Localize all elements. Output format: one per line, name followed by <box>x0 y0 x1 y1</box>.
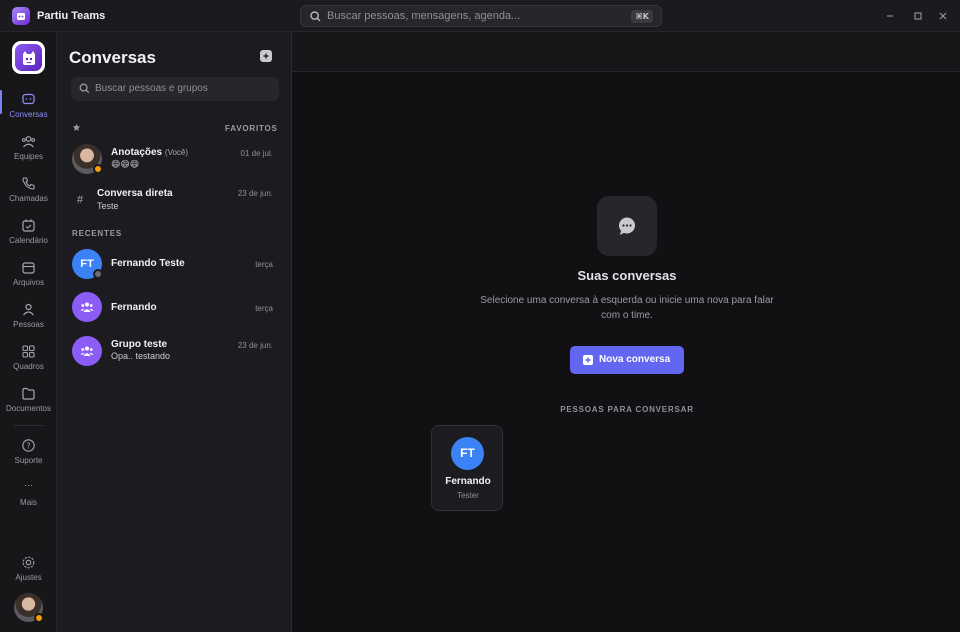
search-icon <box>310 11 321 22</box>
conversation-preview: Opa.. testando <box>111 351 171 361</box>
group-icon <box>80 346 94 356</box>
empty-state-icon <box>597 196 657 256</box>
conversation-preview: Teste <box>97 201 119 211</box>
search-shortcut-badge: ⌘K <box>631 10 653 23</box>
workspace-logo[interactable] <box>12 41 45 74</box>
calendar-icon <box>22 219 35 232</box>
title-bar: Partiu Teams Buscar pessoas, mensagens, … <box>0 0 960 32</box>
conversation-date: 01 de jul. <box>240 149 273 158</box>
app-logo-icon <box>12 7 30 25</box>
person-card-fernando[interactable]: FT Fernando Tester <box>431 425 503 511</box>
rail-item-arquivos[interactable]: Arquivos <box>0 260 57 300</box>
conversation-name: Grupo teste <box>111 339 168 350</box>
rail-divider <box>14 425 43 426</box>
rail-item-label: Suporte <box>14 456 43 465</box>
avatar: FT <box>451 437 484 470</box>
conversation-date: 23 de jun. <box>237 189 273 198</box>
rail-item-label: Calendário <box>9 236 48 245</box>
new-chat-button[interactable] <box>260 50 272 62</box>
you-tag: (Você) <box>164 148 189 157</box>
person-role: Tester <box>457 491 479 500</box>
hash-icon: # <box>77 194 84 206</box>
document-icon <box>22 387 35 400</box>
rail-item-label: Mais <box>20 498 37 507</box>
conversation-name: Fernando Teste <box>111 258 185 269</box>
rail-item-pessoas[interactable]: Pessoas <box>0 302 57 342</box>
minimize-icon[interactable] <box>882 8 898 24</box>
conversation-name: Anotações (Você) <box>111 147 189 158</box>
new-conversation-label: Nova conversa <box>599 354 671 365</box>
rail-item-equipes[interactable]: Equipes <box>0 134 57 174</box>
people-section-label: PESSOAS PARA CONVERSAR <box>560 405 694 414</box>
recent-section-label: RECENTES <box>72 229 122 238</box>
presence-status-icon <box>34 613 44 623</box>
rail-item-label: Chamadas <box>9 194 48 203</box>
phone-icon <box>22 177 35 190</box>
rail-item-label: Equipes <box>14 152 43 161</box>
rail-item-ajustes[interactable]: Ajustes <box>0 555 57 595</box>
svg-text:?: ? <box>26 442 30 451</box>
star-icon <box>72 123 81 131</box>
rail-item-documentos[interactable]: Documentos <box>0 386 57 426</box>
rail-item-label: Ajustes <box>15 573 42 582</box>
rail-item-label: Quadros <box>13 362 44 371</box>
conversation-item-anotacoes[interactable]: Anotações (Você) 😄😄😄 01 de jul. <box>65 140 285 180</box>
main-header <box>292 32 960 72</box>
plus-icon <box>263 53 269 59</box>
new-conversation-button[interactable]: Nova conversa <box>570 346 684 374</box>
conversation-item-conversa-direta[interactable]: # Conversa direta Teste 23 de jun. <box>65 184 285 224</box>
search-icon <box>79 83 90 94</box>
app-title: Partiu Teams <box>37 10 106 22</box>
people-icon <box>23 303 34 316</box>
rail-item-label: Pessoas <box>13 320 44 329</box>
conversation-date: terça <box>255 260 273 269</box>
presence-status-icon <box>93 164 103 174</box>
rail-item-conversas[interactable]: Conversas <box>0 92 57 132</box>
maximize-icon[interactable] <box>910 8 926 24</box>
help-icon: ? <box>22 439 35 452</box>
conversation-date: terça <box>255 304 273 313</box>
presence-status-icon <box>93 269 103 279</box>
group-icon <box>80 302 94 312</box>
conversation-search-placeholder: Buscar pessoas e grupos <box>95 83 208 94</box>
favorites-section-label: FAVORITOS <box>225 124 278 133</box>
conversation-name: Conversa direta <box>97 188 173 199</box>
team-icon <box>21 136 36 148</box>
panel-title: Conversas <box>69 48 156 67</box>
group-avatar <box>72 336 102 366</box>
rail-item-chamadas[interactable]: Chamadas <box>0 176 57 216</box>
more-icon: ··· <box>24 480 33 490</box>
conversation-date: 23 de jun. <box>237 341 273 350</box>
main-content: Suas conversas Selecione uma conversa à … <box>292 32 960 632</box>
conversation-preview: 😄😄😄 <box>111 159 140 169</box>
empty-state-title: Suas conversas <box>577 268 677 283</box>
conversation-name: Fernando <box>111 302 157 313</box>
navigation-rail: Conversas Equipes Chamadas Calendário Ar… <box>0 32 57 632</box>
rail-item-label: Arquivos <box>12 278 45 287</box>
chat-icon <box>22 93 35 105</box>
gear-icon <box>22 556 35 569</box>
rail-item-mais[interactable]: ··· Mais <box>0 480 57 520</box>
global-search-input[interactable]: Buscar pessoas, mensagens, agenda... ⌘K <box>300 5 662 27</box>
message-bubble-icon <box>619 217 635 235</box>
rail-item-label: Documentos <box>6 404 51 413</box>
empty-state-description: Selecione uma conversa à esquerda ou ini… <box>480 295 774 321</box>
close-icon[interactable] <box>935 8 951 24</box>
conversation-search-input[interactable]: Buscar pessoas e grupos <box>71 77 279 101</box>
grid-icon <box>22 345 35 358</box>
conversation-item-grupo-teste[interactable]: Grupo teste Opa.. testando 23 de jun. <box>65 332 285 372</box>
rail-item-label: Conversas <box>9 110 48 119</box>
conversation-list-panel: Conversas Buscar pessoas e grupos FAVORI… <box>57 32 292 632</box>
conversation-item-fernando-teste[interactable]: FT Fernando Teste terça <box>65 244 285 284</box>
rail-item-quadros[interactable]: Quadros <box>0 344 57 384</box>
rail-item-calendario[interactable]: Calendário <box>0 218 57 258</box>
global-search-placeholder: Buscar pessoas, mensagens, agenda... <box>327 10 521 22</box>
group-avatar <box>72 292 102 322</box>
rail-item-suporte[interactable]: ? Suporte <box>0 438 57 478</box>
person-name: Fernando <box>445 476 491 487</box>
folder-icon <box>22 262 35 274</box>
app-logo-icon <box>15 44 42 71</box>
conversation-item-fernando[interactable]: Fernando terça <box>65 288 285 328</box>
plus-icon <box>583 355 593 365</box>
